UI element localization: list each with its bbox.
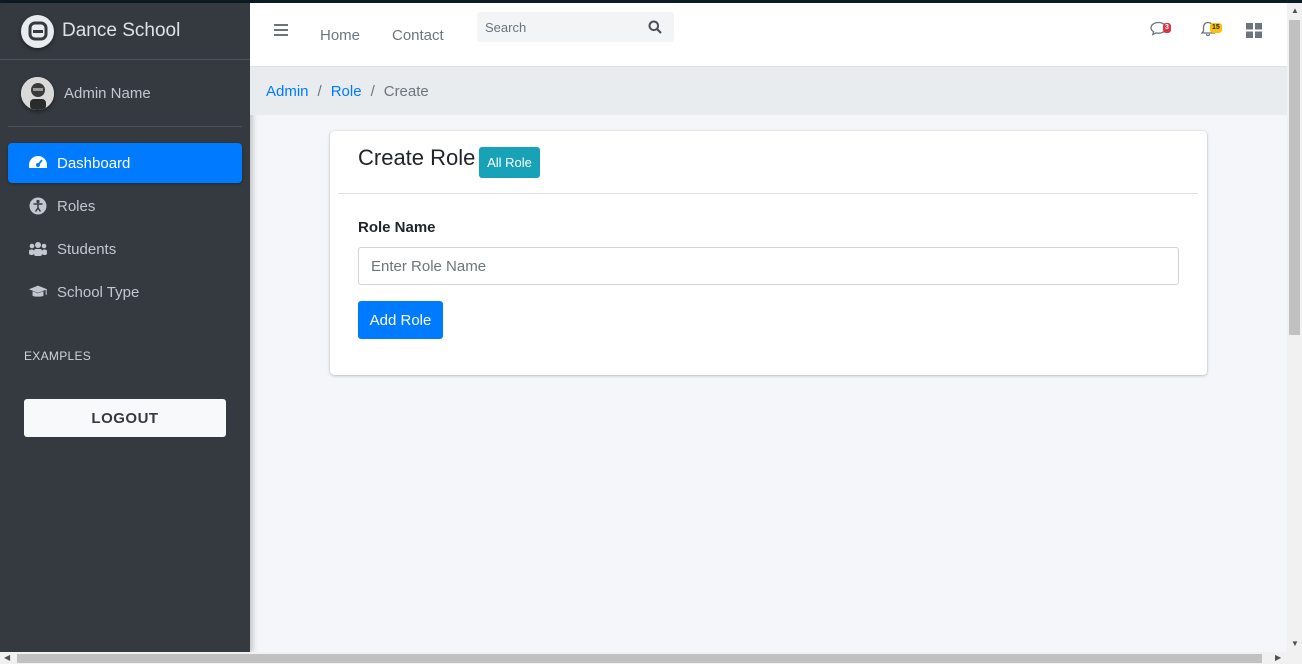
user-panel[interactable]: Admin Name [8,60,242,127]
breadcrumb-separator: / [370,82,375,100]
graduation-cap-icon [28,282,48,302]
sidebar-item-label: Roles [57,197,96,215]
notifications-badge: 15 [1210,23,1222,33]
hamburger-menu-icon[interactable] [274,24,288,42]
sidebar-nav: Dashboard Roles Students School Type [0,143,250,312]
horizontal-scrollbar[interactable]: ◀ ▶ [0,652,1302,664]
scroll-right-arrow-icon[interactable]: ▶ [1275,653,1281,662]
top-navbar: Home Contact 3 15 [250,3,1287,67]
all-role-button[interactable]: All Role [479,147,540,178]
messages-icon[interactable]: 3 [1150,21,1171,41]
sidebar-item-school-type[interactable]: School Type [8,272,242,312]
sidebar-item-label: School Type [57,283,140,301]
sidebar-item-roles[interactable]: Roles [8,186,242,226]
sidebar-item-dashboard[interactable]: Dashboard [8,143,242,183]
nav-link-contact[interactable]: Contact [392,27,444,44]
vertical-scrollbar[interactable]: ▲ ▼ [1287,3,1302,653]
scroll-down-arrow-icon[interactable]: ▼ [1291,639,1299,648]
brand-name: Dance School [62,20,181,41]
breadcrumb-separator: / [317,82,322,100]
role-name-label: Role Name [358,219,436,236]
brand[interactable]: Dance School [0,3,250,60]
breadcrumb-admin[interactable]: Admin [266,83,309,100]
sidebar-item-students[interactable]: Students [8,229,242,269]
add-role-button[interactable]: Add Role [358,301,443,339]
nav-link-home[interactable]: Home [320,27,360,44]
user-name: Admin Name [64,84,151,102]
vertical-scroll-thumb[interactable] [1289,20,1300,335]
breadcrumb-role[interactable]: Role [331,83,362,100]
tachometer-icon [28,153,48,173]
search-icon[interactable] [637,12,673,42]
breadcrumb: Admin / Role / Create [250,67,1287,115]
scroll-left-arrow-icon[interactable]: ◀ [4,653,10,662]
nav-section-header: EXAMPLES [24,349,92,363]
create-role-card: Create Role All Role Role Name Add Role [330,131,1207,375]
scroll-up-arrow-icon[interactable]: ▲ [1291,6,1299,15]
grid-apps-icon[interactable] [1246,23,1262,43]
notifications-bell-icon[interactable]: 15 [1200,21,1222,42]
users-icon [28,239,48,259]
brand-logo-icon [21,14,54,48]
search-input[interactable] [477,13,637,41]
avatar [21,76,54,110]
card-divider [338,193,1198,194]
logout-button[interactable]: LOGOUT [24,399,226,437]
role-name-input[interactable] [358,247,1179,285]
horizontal-scroll-thumb[interactable] [17,654,1262,663]
sidebar-item-label: Dashboard [57,154,131,172]
messages-badge: 3 [1163,23,1171,33]
sidebar-item-label: Students [57,240,117,258]
page-title: Create Role [358,145,476,170]
accessibility-icon [28,196,48,216]
breadcrumb-current: Create [383,82,429,100]
search-box [477,12,674,42]
sidebar: Dance School Admin Name Dashboard Roles … [0,3,250,653]
